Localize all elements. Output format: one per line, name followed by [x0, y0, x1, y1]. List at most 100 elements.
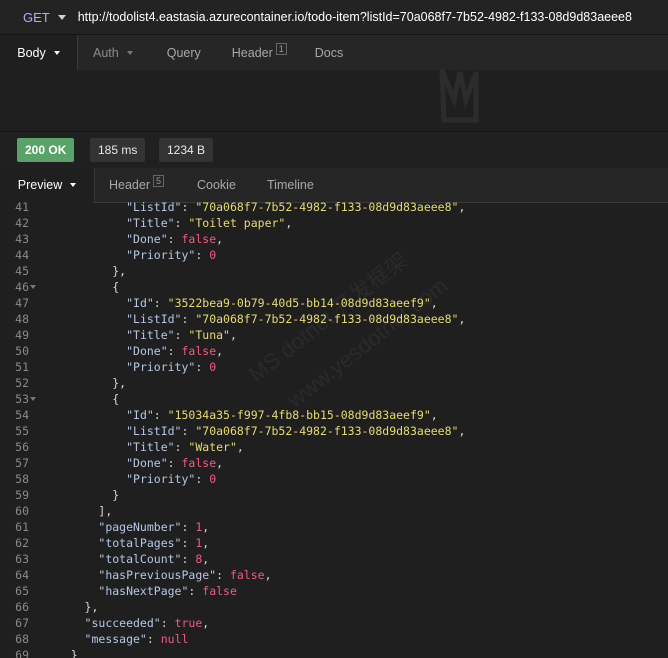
code-token: "Title": [126, 440, 175, 454]
tab-header[interactable]: Header 1: [232, 35, 287, 70]
code-line: 52 },: [0, 375, 668, 391]
fold-arrow-icon[interactable]: [30, 397, 36, 401]
chevron-down-icon: [57, 14, 66, 20]
line-number: 68: [15, 632, 29, 646]
code-token: "totalPages": [98, 536, 182, 550]
code-text: "totalCount": 8,: [43, 551, 209, 567]
code-text: ],: [43, 503, 112, 519]
code-line: 63 "totalCount": 8,: [0, 551, 668, 567]
code-line: 64 "hasPreviousPage": false,: [0, 567, 668, 583]
code-text: },: [43, 263, 126, 279]
code-token: "message": [84, 632, 147, 646]
line-number: 65: [15, 584, 29, 598]
code-token: 0: [209, 472, 217, 486]
code-token: ,: [229, 328, 237, 342]
code-text: "message": null: [43, 631, 189, 647]
tab-response-header-label: Header: [109, 178, 150, 192]
code-text: "Id": "15034a35-f997-4fb8-bb15-08d9d83ae…: [43, 407, 438, 423]
code-token: "70a068f7-7b52-4982-f133-08d9d83aeee8": [195, 424, 459, 438]
code-token: :: [153, 408, 168, 422]
code-text: "ListId": "70a068f7-7b52-4982-f133-08d9d…: [43, 423, 465, 439]
code-text: "Done": false,: [43, 455, 223, 471]
response-time-badge: 185 ms: [90, 138, 146, 162]
line-number: 52: [15, 376, 29, 390]
code-text: "Title": "Toilet paper",: [43, 215, 292, 231]
code-token: "70a068f7-7b52-4982-f133-08d9d83aeee8": [195, 312, 459, 326]
tab-query[interactable]: Query: [167, 35, 201, 70]
tab-auth[interactable]: Auth: [93, 35, 133, 70]
code-token: :: [167, 232, 182, 246]
code-line: 66 },: [0, 599, 668, 615]
line-number: 50: [15, 344, 29, 358]
code-token: }: [112, 488, 120, 502]
code-token: },: [112, 264, 127, 278]
code-token: false: [181, 232, 217, 246]
code-line: 61 "pageNumber": 1,: [0, 519, 668, 535]
tab-timeline-label: Timeline: [267, 178, 314, 192]
code-text: "pageNumber": 1,: [43, 519, 209, 535]
line-number: 41: [15, 200, 29, 214]
line-number: 48: [15, 312, 29, 326]
line-number: 62: [15, 536, 29, 550]
code-line: 41 "ListId": "70a068f7-7b52-4982-f133-08…: [0, 199, 668, 215]
code-text: "Priority": 0: [43, 359, 216, 375]
tab-preview-label: Preview: [17, 178, 63, 192]
code-token: :: [146, 632, 161, 646]
fold-arrow-icon[interactable]: [30, 285, 36, 289]
code-token: "Done": [126, 344, 168, 358]
code-token: :: [174, 328, 189, 342]
code-line: 56 "Title": "Water",: [0, 439, 668, 455]
tab-timeline[interactable]: Timeline: [267, 168, 314, 202]
line-number: 63: [15, 552, 29, 566]
line-number: 56: [15, 440, 29, 454]
tab-header-label: Header: [231, 45, 273, 60]
code-line: 47 "Id": "3522bea9-0b79-40d5-bb14-08d9d8…: [0, 295, 668, 311]
code-line: 49 "Title": "Tuna",: [0, 327, 668, 343]
tab-body[interactable]: Body: [0, 35, 77, 70]
code-line: 67 "succeeded": true,: [0, 615, 668, 631]
code-token: ,: [202, 552, 210, 566]
line-number: 61: [15, 520, 29, 534]
code-text: {: [43, 279, 119, 295]
line-number: 51: [15, 360, 29, 374]
line-number: 46: [15, 280, 29, 294]
code-token: :: [174, 216, 189, 230]
code-token: :: [167, 344, 182, 358]
code-token: :: [181, 536, 196, 550]
code-token: "Id": [126, 296, 154, 310]
line-number: 49: [15, 328, 29, 342]
code-line: 65 "hasNextPage": false: [0, 583, 668, 599]
code-line: 48 "ListId": "70a068f7-7b52-4982-f133-08…: [0, 311, 668, 327]
code-token: ,: [458, 200, 466, 214]
response-json-viewer[interactable]: 41 "ListId": "70a068f7-7b52-4982-f133-08…: [0, 199, 668, 658]
code-token: "15034a35-f997-4fb8-bb15-08d9d83aeef9": [167, 408, 431, 422]
line-number: 57: [15, 456, 29, 470]
tab-preview[interactable]: Preview: [0, 168, 94, 202]
line-number: 53: [15, 392, 29, 406]
code-line: 54 "Id": "15034a35-f997-4fb8-bb15-08d9d8…: [0, 407, 668, 423]
url-input[interactable]: http://todolist4.eastasia.azurecontainer…: [78, 10, 668, 24]
code-token: "Tuna": [188, 328, 230, 342]
response-header-count-badge: 5: [153, 175, 165, 187]
code-token: :: [195, 248, 210, 262]
code-line: 42 "Title": "Toilet paper",: [0, 215, 668, 231]
code-token: 0: [209, 360, 217, 374]
code-token: :: [181, 424, 196, 438]
code-token: ,: [430, 408, 438, 422]
code-token: "hasPreviousPage": [98, 568, 217, 582]
request-body-pane[interactable]: [0, 70, 668, 130]
code-token: {: [112, 280, 120, 294]
code-token: "70a068f7-7b52-4982-f133-08d9d83aeee8": [195, 200, 459, 214]
tab-cookie[interactable]: Cookie: [197, 168, 236, 202]
code-token: "ListId": [126, 200, 182, 214]
code-token: ,: [216, 232, 224, 246]
code-text: }: [43, 487, 119, 503]
tab-response-header[interactable]: Header 5: [109, 168, 165, 202]
method-select[interactable]: GET: [23, 10, 66, 25]
code-token: "ListId": [126, 312, 182, 326]
chevron-down-icon: [53, 50, 60, 55]
code-text: {: [43, 391, 119, 407]
tab-docs[interactable]: Docs: [315, 35, 343, 70]
code-token: true: [174, 616, 203, 630]
code-text: "Title": "Tuna",: [43, 327, 237, 343]
